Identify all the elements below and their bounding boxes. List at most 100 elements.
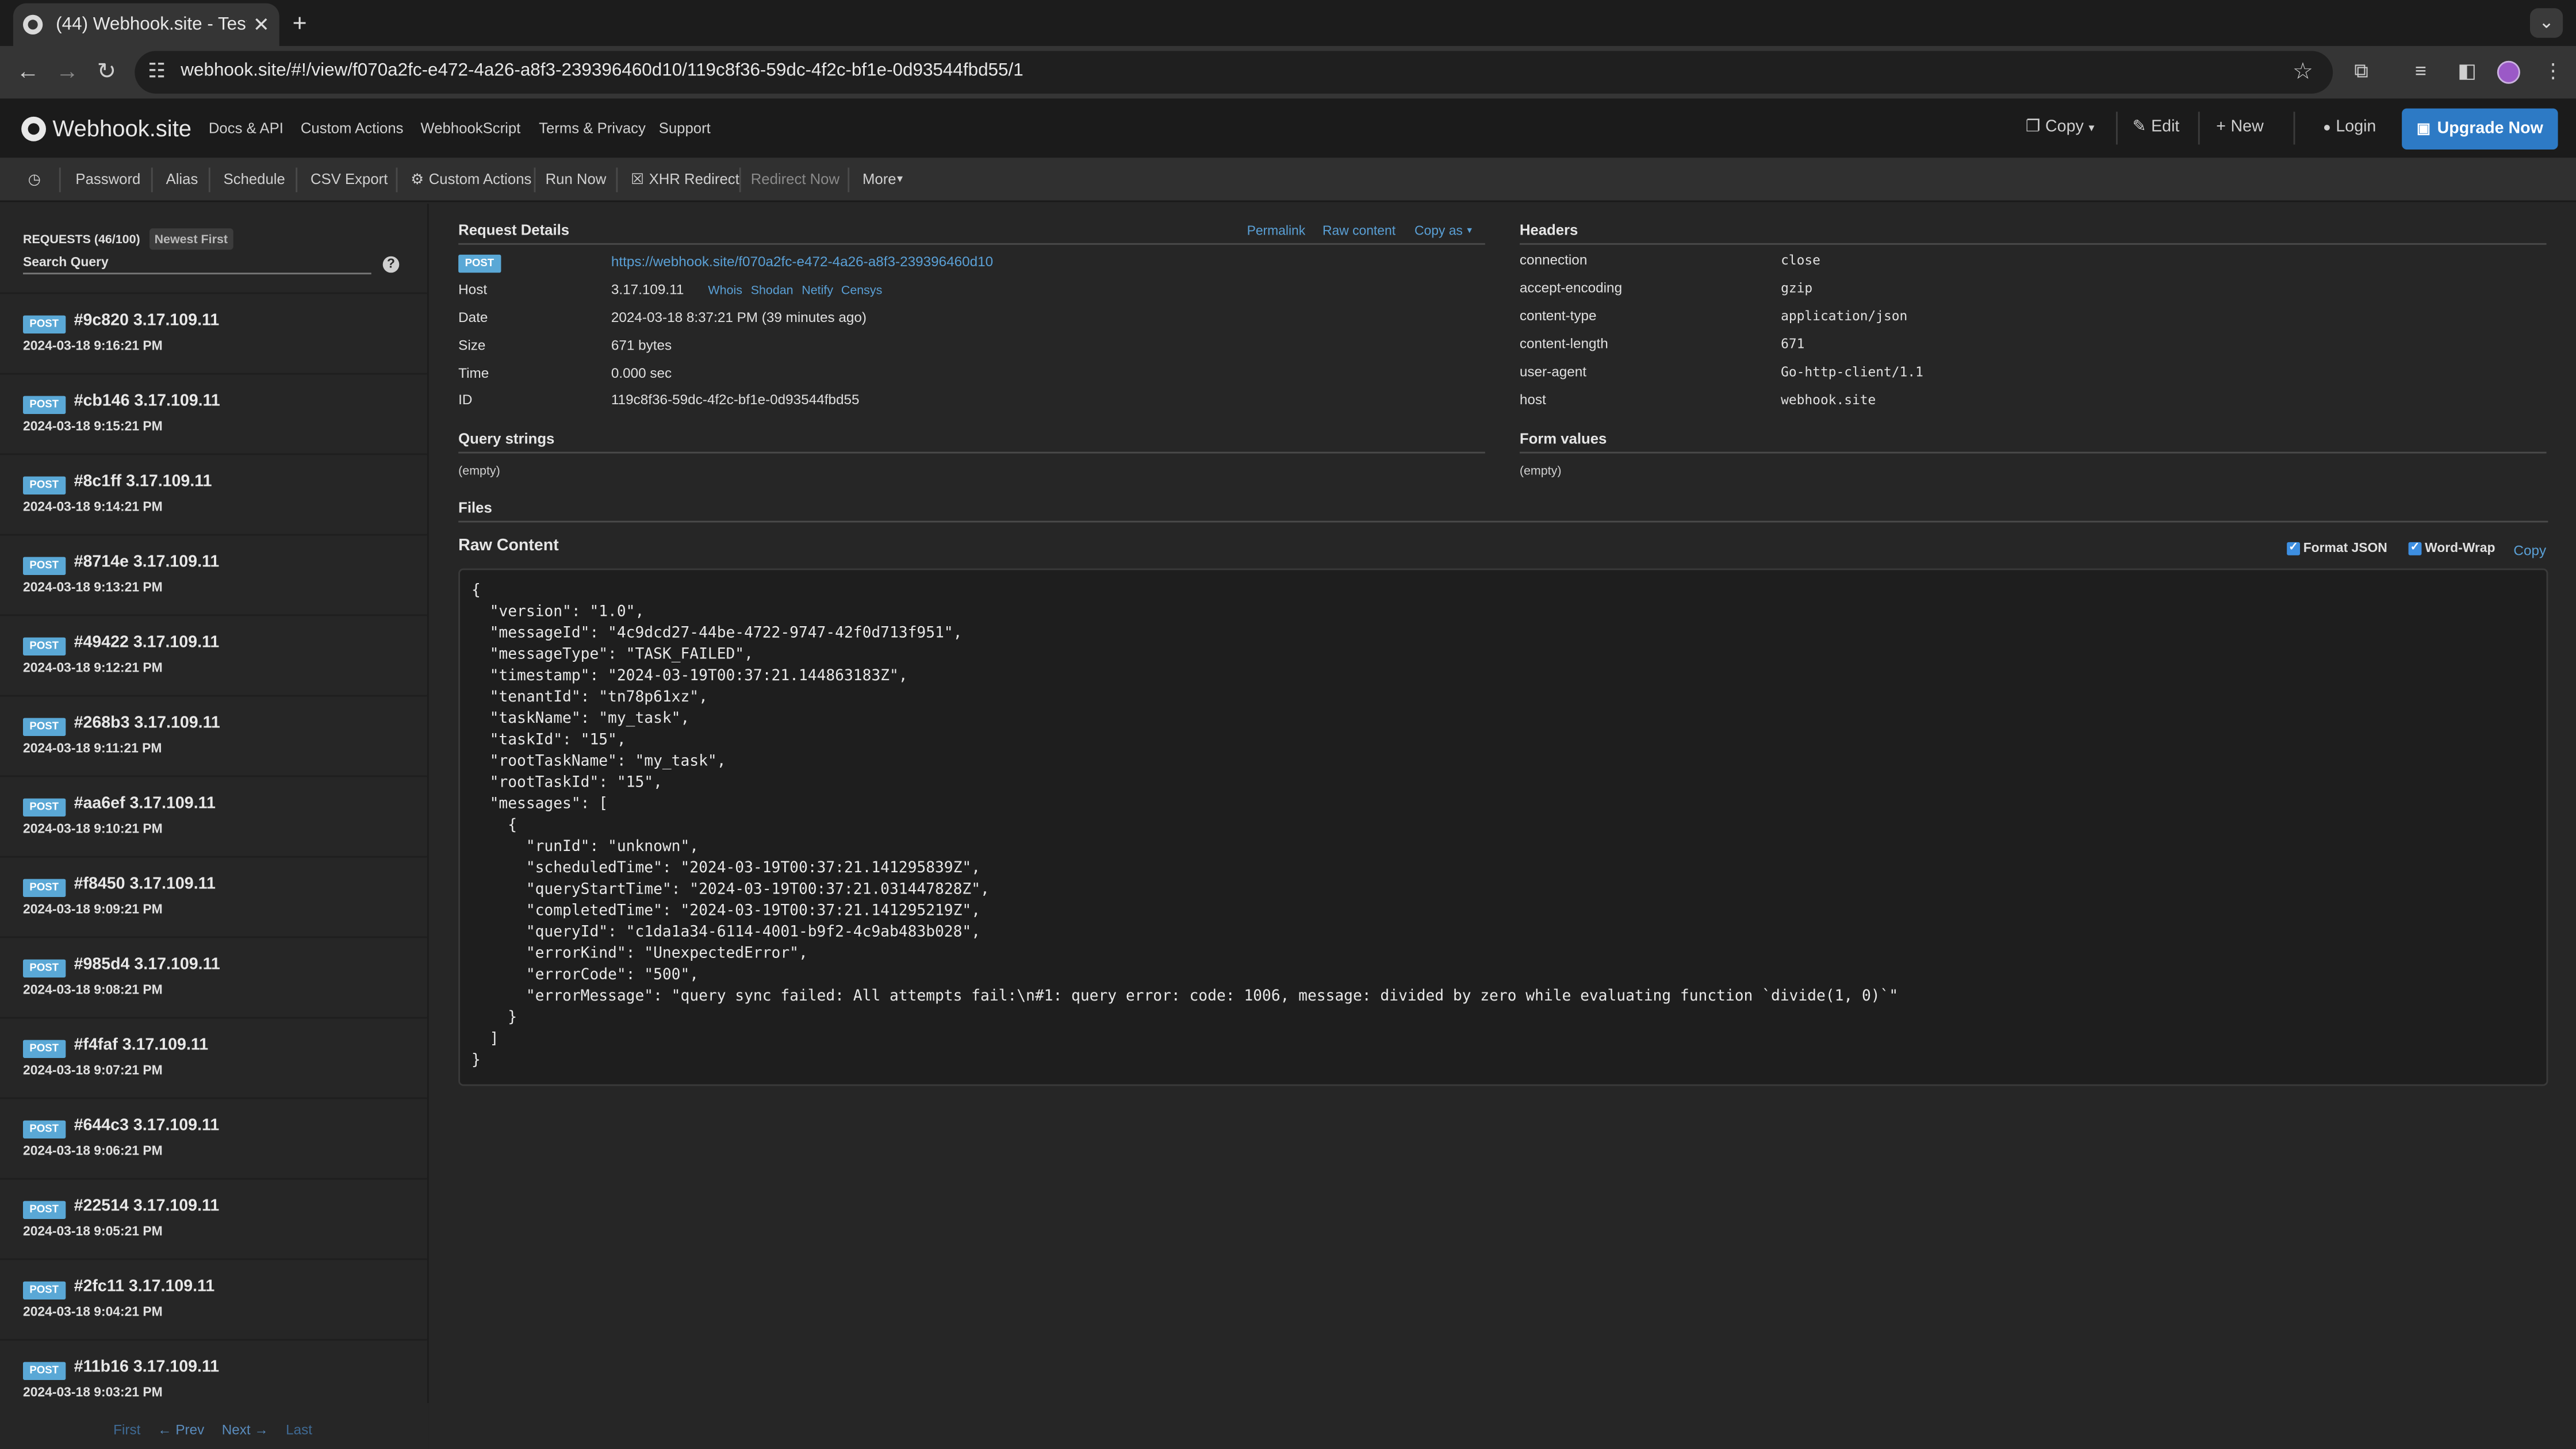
censys-link[interactable]: Censys (841, 282, 882, 297)
gear-icon: ⚙ (411, 171, 424, 187)
new-button[interactable]: + New (2216, 118, 2263, 136)
upgrade-now-button[interactable]: ▣ Upgrade Now (2402, 108, 2558, 150)
alias-button[interactable]: Alias (166, 171, 198, 187)
request-id: #8714e 3.17.109.11 (74, 553, 220, 572)
raw-content-box[interactable]: { "version": "1.0", "messageId": "4c9dcd… (458, 568, 2548, 1086)
shodan-link[interactable]: Shodan (751, 282, 793, 297)
caret-down-icon: ▾ (2088, 122, 2095, 134)
method-badge: POST (458, 254, 501, 273)
site-settings-icon[interactable]: ☷ (148, 59, 166, 82)
header-key: content-length (1519, 335, 1608, 352)
clock-icon[interactable]: ◷ (28, 171, 41, 189)
bookmark-star-icon[interactable]: ☆ (2293, 57, 2313, 86)
nav-support[interactable]: Support (659, 120, 711, 137)
divider (848, 167, 850, 193)
request-timestamp: 2024-03-18 9:10:21 PM (23, 821, 163, 837)
request-list-item[interactable]: POST #9c820 3.17.109.11 2024-03-18 9:16:21… (0, 292, 427, 373)
request-list-item[interactable]: POST #2fc11 3.17.109.11 2024-03-18 9:04:21… (0, 1258, 427, 1339)
request-list-item[interactable]: POST #8714e 3.17.109.11 2024-03-18 9:13:21… (0, 534, 427, 615)
pagination: First ← Prev Next → Last (0, 1403, 429, 1449)
new-label: New (2230, 118, 2264, 137)
pager-next[interactable]: Next → (222, 1421, 269, 1438)
logo-icon (21, 116, 46, 141)
forward-icon[interactable]: → (56, 57, 79, 84)
side-panel-icon[interactable]: ◧ (2458, 59, 2476, 82)
request-list-item[interactable]: POST #f8450 3.17.109.11 2024-03-18 9:09:21… (0, 856, 427, 937)
nav-custom-actions[interactable]: Custom Actions (301, 120, 404, 137)
request-list-item[interactable]: POST #985d4 3.17.109.11 2024-03-18 9:08:21… (0, 936, 427, 1017)
brand-logo[interactable]: Webhook.site (21, 115, 191, 141)
request-list-item[interactable]: POST #644c3 3.17.109.11 2024-03-18 9:06:21… (0, 1097, 427, 1178)
schedule-button[interactable]: Schedule (224, 171, 285, 187)
request-list-item[interactable]: POST #cb146 3.17.109.11 2024-03-18 9:15:21… (0, 373, 427, 454)
requests-sidebar: REQUESTS (46/100) Newest First Search Qu… (0, 204, 429, 1449)
time-label: Time (458, 365, 489, 381)
header-key: accept-encoding (1519, 279, 1623, 296)
header-key: user-agent (1519, 363, 1586, 379)
request-toolbar: ◷ Password Alias Schedule CSV Export ⚙ C… (0, 158, 2576, 202)
request-list-item[interactable]: POST #f4faf 3.17.109.11 2024-03-18 9:07:21… (0, 1017, 427, 1098)
extensions-icon[interactable]: ⧉ (2354, 59, 2368, 84)
copy-button[interactable]: ❐ Copy ▾ (2026, 118, 2095, 136)
raw-content-link[interactable]: Raw content (1322, 224, 1396, 239)
sort-order-button[interactable]: Newest First (150, 228, 233, 250)
custom-actions-button[interactable]: Custom Actions (429, 171, 532, 187)
close-tab-icon[interactable]: ✕ (253, 13, 270, 36)
whois-link[interactable]: Whois (708, 282, 742, 297)
method-badge: POST (23, 1040, 66, 1058)
pager-prev[interactable]: ← Prev (158, 1421, 204, 1438)
back-icon[interactable]: ← (17, 57, 40, 84)
tab-search-icon[interactable]: ⌄ (2530, 8, 2563, 38)
size-label: Size (458, 336, 486, 354)
help-icon[interactable]: ? (382, 256, 400, 273)
xhr-checkbox-icon[interactable]: ☒ (631, 171, 644, 189)
request-list-item[interactable]: POST #49422 3.17.109.11 2024-03-18 9:12:21… (0, 614, 427, 695)
profile-avatar[interactable] (2497, 60, 2520, 84)
method-badge: POST (23, 637, 66, 656)
method-badge: POST (23, 718, 66, 736)
xhr-redirect-toggle[interactable]: XHR Redirect (649, 171, 739, 187)
word-wrap-checkbox[interactable]: ✓ Word-Wrap (2408, 540, 2495, 555)
media-icon[interactable]: ≡ (2415, 59, 2426, 82)
request-id: #8c1ff 3.17.109.11 (74, 473, 212, 492)
files-title: Files (458, 499, 492, 516)
new-tab-icon[interactable]: + (293, 10, 307, 38)
run-now-button[interactable]: Run Now (546, 171, 607, 187)
password-button[interactable]: Password (75, 171, 140, 187)
csv-export-button[interactable]: CSV Export (310, 171, 388, 187)
copy-as-dropdown[interactable]: Copy as (1414, 224, 1463, 239)
request-list-item[interactable]: POST #268b3 3.17.109.11 2024-03-18 9:11:21… (0, 695, 427, 776)
nav-webhookscript[interactable]: WebhookScript (420, 120, 520, 137)
pager-last[interactable]: Last (286, 1421, 312, 1438)
divider (534, 167, 536, 193)
site-header: Webhook.site Docs & API Custom Actions W… (0, 98, 2576, 158)
id-label: ID (458, 391, 473, 408)
redirect-now-button[interactable]: Redirect Now (751, 171, 839, 187)
search-query-input[interactable]: Search Query (23, 255, 371, 275)
request-url-link[interactable]: https://webhook.site/f070a2fc-e472-4a26-… (611, 253, 993, 270)
request-id: #11b16 3.17.109.11 (74, 1358, 220, 1377)
copy-raw-button[interactable]: Copy (2513, 542, 2546, 559)
reload-icon[interactable]: ↻ (97, 57, 117, 86)
login-button[interactable]: ● Login (2323, 118, 2376, 136)
address-bar[interactable]: ☷ webhook.site/#!/view/f070a2fc-e472-4a2… (135, 51, 2333, 94)
nav-terms-privacy[interactable]: Terms & Privacy (539, 120, 646, 137)
more-button[interactable]: More (862, 171, 896, 187)
edit-button[interactable]: ✎ Edit (2133, 118, 2180, 136)
nav-docs-api[interactable]: Docs & API (209, 120, 283, 137)
header-value: 671 (1781, 336, 1805, 352)
browser-menu-icon[interactable]: ⋮ (2543, 59, 2563, 82)
request-timestamp: 2024-03-18 9:06:21 PM (23, 1143, 163, 1159)
permalink-link[interactable]: Permalink (1247, 224, 1306, 239)
netify-link[interactable]: Netify (802, 282, 833, 297)
request-timestamp: 2024-03-18 9:09:21 PM (23, 902, 163, 917)
method-badge: POST (23, 476, 66, 494)
request-list-item[interactable]: POST #aa6ef 3.17.109.11 2024-03-18 9:10:21… (0, 775, 427, 856)
request-list-item[interactable]: POST #22514 3.17.109.11 2024-03-18 9:05:21… (0, 1178, 427, 1259)
format-json-checkbox[interactable]: ✓ Format JSON (2287, 540, 2387, 555)
request-id: #cb146 3.17.109.11 (74, 392, 220, 411)
pager-first[interactable]: First (113, 1421, 140, 1438)
browser-tab[interactable]: (44) Webhook.site - Test, pro ✕ (13, 3, 279, 46)
request-list-item[interactable]: POST #8c1ff 3.17.109.11 2024-03-18 9:14:21… (0, 453, 427, 534)
method-badge: POST (23, 1201, 66, 1219)
